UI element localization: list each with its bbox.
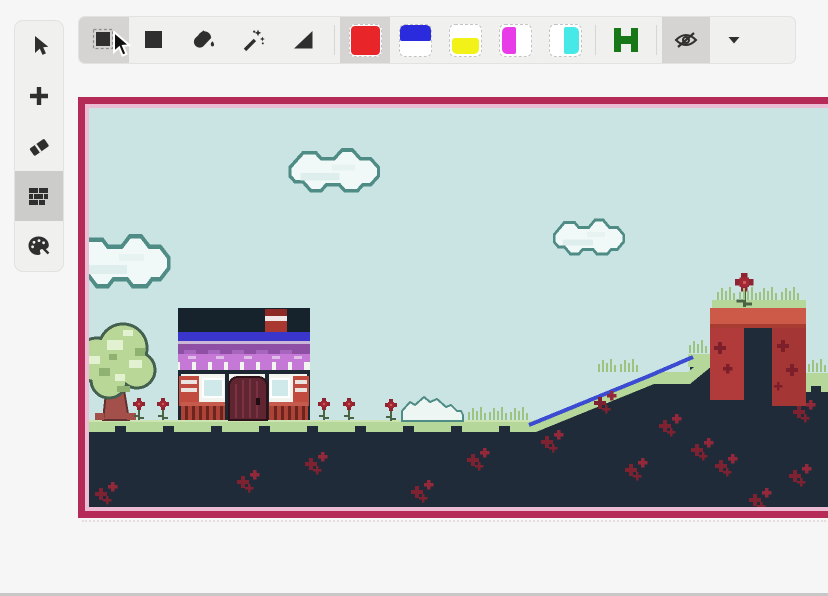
toolbar-divider [595,25,596,55]
toolbar-divider [656,25,657,55]
hide-overlay-toggle[interactable] [662,17,710,63]
plus-icon [26,83,52,109]
red-swatch-button[interactable] [340,17,390,63]
magenta-swatch [499,24,532,57]
right-triangle-icon [291,27,317,53]
toolbar-divider [334,25,335,55]
blue-swatch-button[interactable] [390,17,440,63]
magenta-swatch-button[interactable] [490,17,540,63]
cyan-swatch [549,24,582,57]
frame-tile-button[interactable] [601,17,651,63]
filled-square-icon [141,27,167,53]
paint-palette-icon [26,233,52,259]
frame-icon [611,26,641,54]
tiles-tool-button[interactable] [15,171,63,221]
magic-wand-icon [241,27,267,53]
paint-bucket-icon [191,27,217,53]
canvas-shadow-dashes [82,520,826,522]
pointer-tool-button[interactable] [15,21,63,71]
edit-toolbar [78,16,796,64]
stamp-select-tool-button[interactable] [79,17,129,63]
brick-wall-icon [26,183,52,209]
tool-sidebar [14,20,64,272]
magic-wand-tool-button[interactable] [229,17,279,63]
cyan-swatch-button[interactable] [540,17,590,63]
add-tool-button[interactable] [15,71,63,121]
level-canvas[interactable] [89,108,828,507]
more-dropdown-button[interactable] [710,17,758,63]
cottage [178,308,310,420]
level-canvas-inner-border [85,104,828,511]
square-with-cursor-icon [91,27,117,53]
red-swatch [349,24,382,57]
level-canvas-frame [78,97,828,518]
caret-down-icon [723,29,745,51]
cursor-arrow-icon [26,33,52,59]
blue-swatch [399,24,432,57]
slope-tool-button[interactable] [279,17,329,63]
rectangle-tool-button[interactable] [129,17,179,63]
eraser-icon [26,133,52,159]
eye-off-icon [672,26,700,54]
yellow-swatch [449,24,482,57]
fill-bucket-tool-button[interactable] [179,17,229,63]
yellow-swatch-button[interactable] [440,17,490,63]
app-window: { "app": { "kind": "pixel-art level edit… [0,0,828,596]
palette-tool-button[interactable] [15,221,63,271]
eraser-tool-button[interactable] [15,121,63,171]
